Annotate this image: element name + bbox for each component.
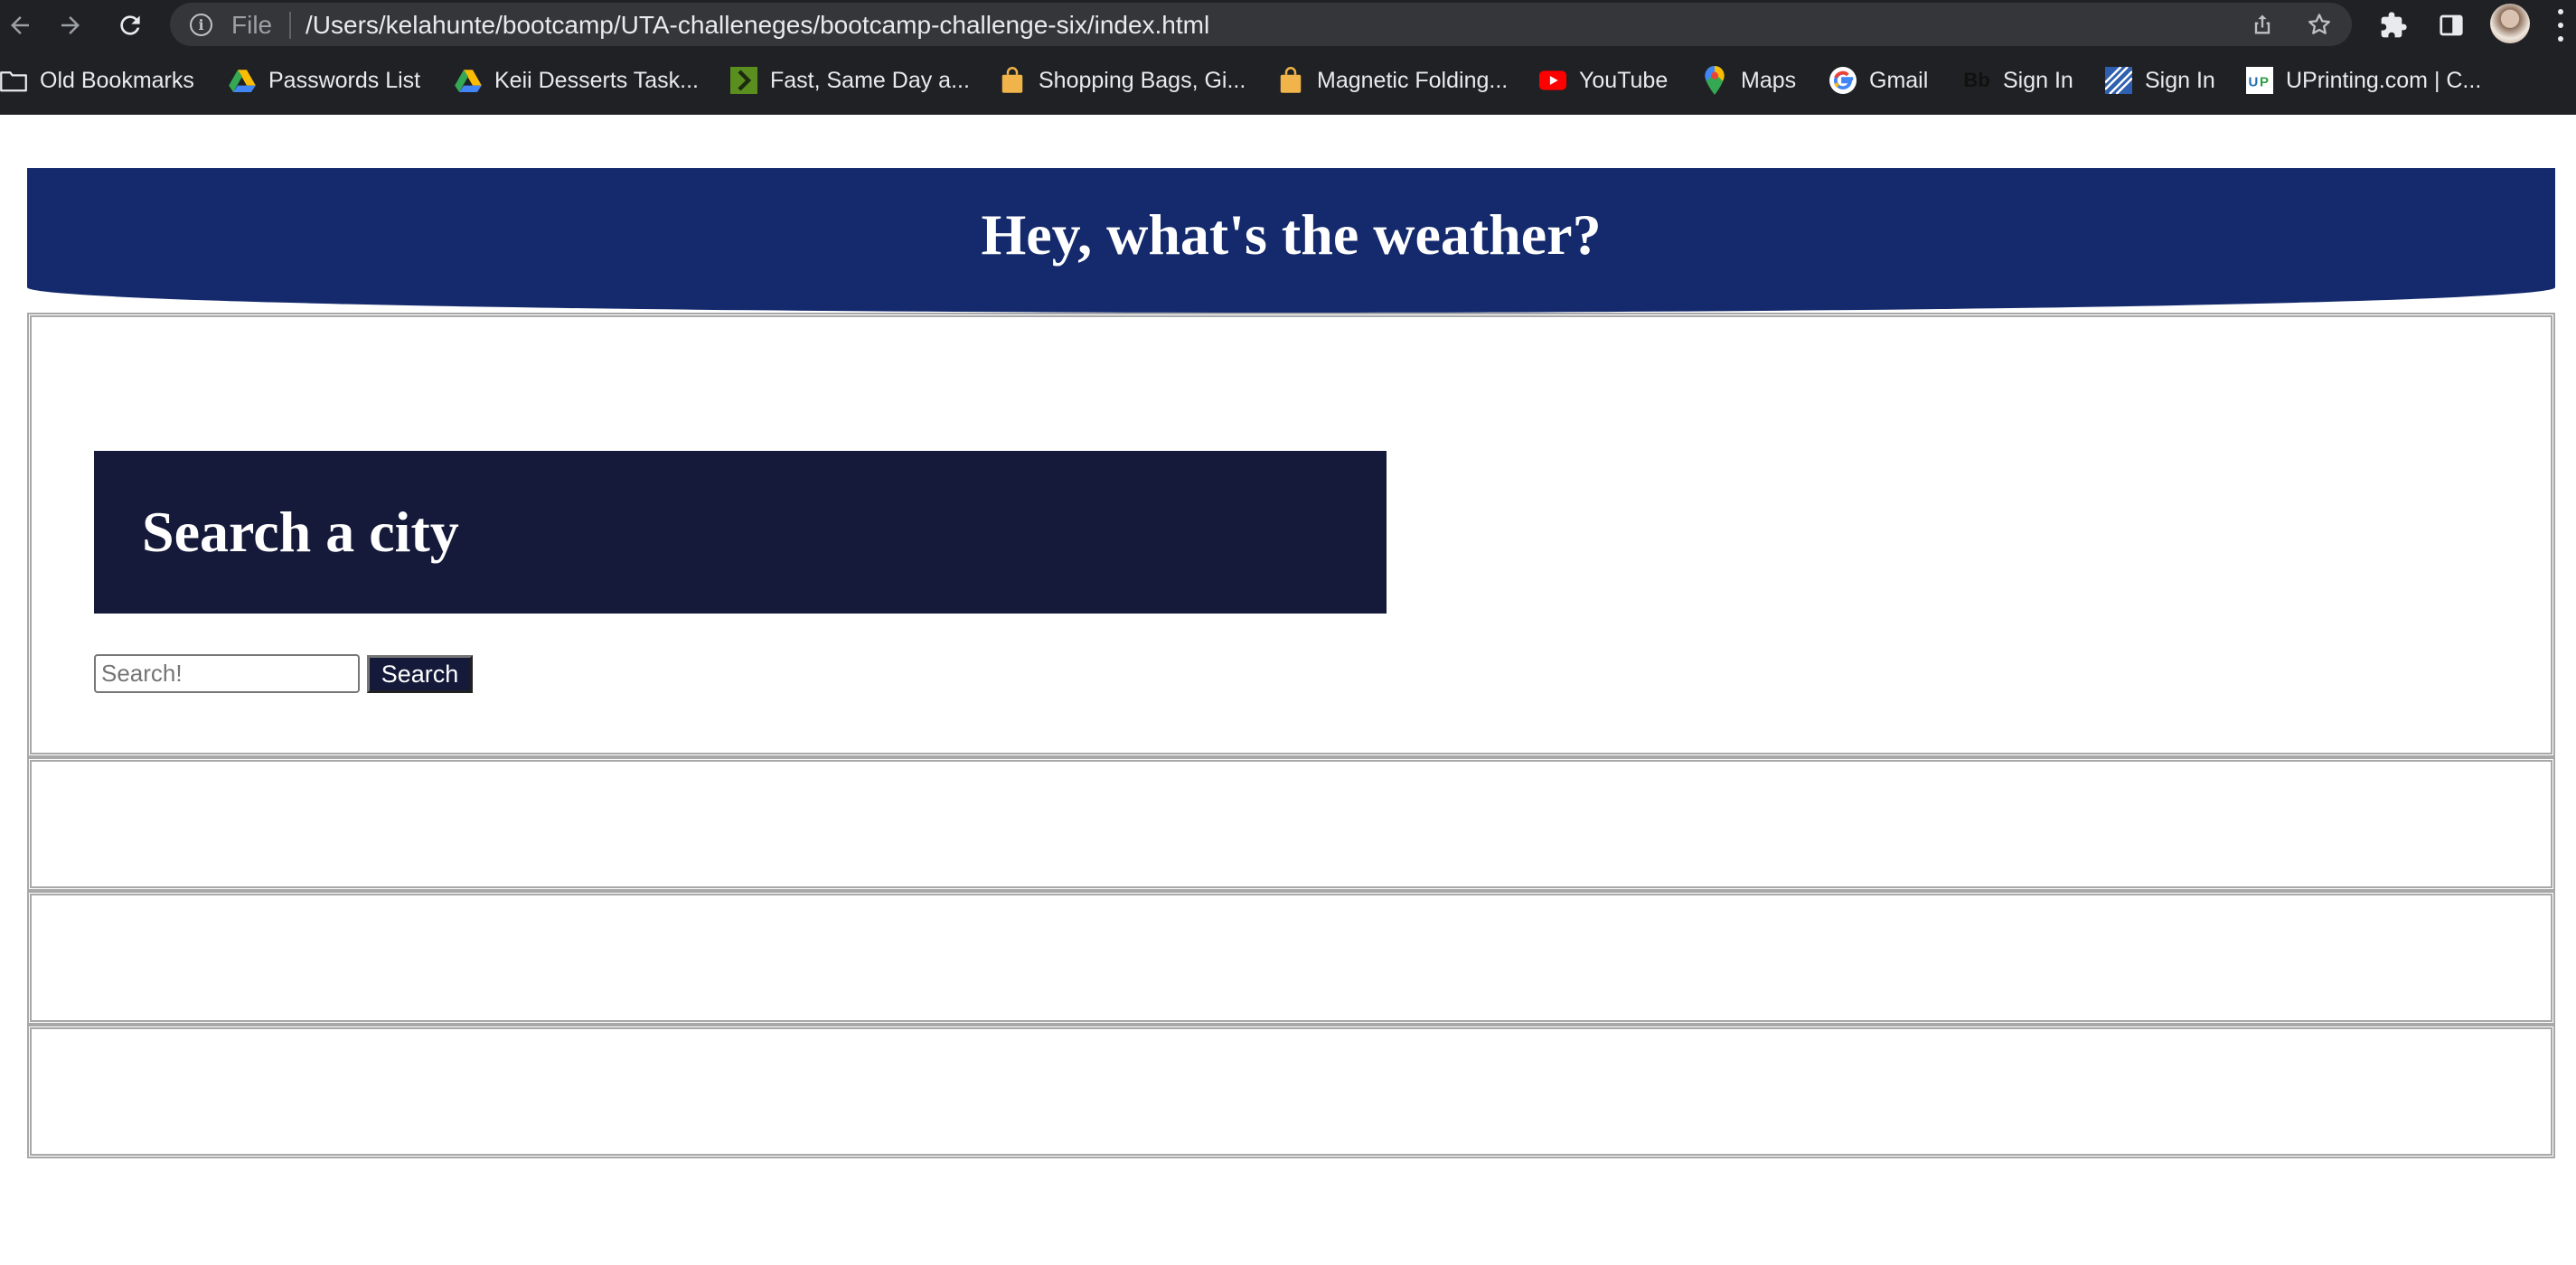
uprinting-icon: UP: [2246, 67, 2273, 94]
google-drive-icon: [455, 67, 482, 94]
green-chevron-icon: [730, 67, 757, 94]
browser-toolbar: i File /Users/kelahunte/bootcamp/UTA-cha…: [0, 0, 2576, 51]
bookmark-label: Sign In: [2145, 67, 2215, 93]
bookmark-passwords-list[interactable]: Passwords List: [229, 60, 420, 101]
bookmark-sign-in-blackboard[interactable]: Bb Sign In: [1963, 60, 2073, 101]
info-icon[interactable]: i: [190, 14, 212, 36]
profile-avatar[interactable]: [2490, 4, 2530, 43]
bookmark-shopping-bags[interactable]: Shopping Bags, Gi...: [999, 60, 1246, 101]
bookmark-label: YouTube: [1579, 67, 1669, 93]
bookmark-label: Maps: [1741, 67, 1797, 93]
page-header: Hey, what's the weather?: [27, 168, 2555, 313]
bookmark-magnetic-folding[interactable]: Magnetic Folding...: [1277, 60, 1508, 101]
bookmark-label: Shopping Bags, Gi...: [1039, 67, 1246, 93]
result-section: [27, 1025, 2555, 1158]
bookmark-label: Sign In: [2003, 67, 2073, 93]
reload-icon[interactable]: [110, 5, 150, 45]
url-scheme-label: File: [231, 11, 273, 39]
bookmark-label: Old Bookmarks: [40, 67, 194, 93]
striped-logo-icon: [2105, 67, 2132, 94]
google-drive-icon: [229, 67, 256, 94]
result-section: [27, 891, 2555, 1025]
youtube-icon: [1539, 67, 1566, 94]
shopping-bag-icon: [1277, 67, 1304, 94]
browser-chrome: i File /Users/kelahunte/bootcamp/UTA-cha…: [0, 0, 2576, 115]
extensions-puzzle-icon[interactable]: [2375, 7, 2411, 43]
bookmark-label: Keii Desserts Task...: [494, 67, 700, 93]
svg-text:U: U: [2249, 74, 2259, 89]
page-title: Hey, what's the weather?: [981, 202, 1602, 267]
bookmark-fast-same-day[interactable]: Fast, Same Day a...: [730, 60, 970, 101]
url-text[interactable]: /Users/kelahunte/bootcamp/UTA-challenege…: [306, 11, 1209, 40]
maps-pin-icon: [1701, 66, 1728, 95]
search-button[interactable]: Search: [367, 655, 473, 693]
svg-text:P: P: [2260, 74, 2269, 89]
search-heading: Search a city: [142, 500, 459, 564]
back-arrow-icon[interactable]: [0, 5, 40, 45]
bookmark-label: UPrinting.com | C...: [2286, 67, 2482, 93]
bookmark-youtube[interactable]: YouTube: [1539, 60, 1668, 101]
blackboard-icon: Bb: [1963, 69, 1990, 91]
bookmark-label: Fast, Same Day a...: [770, 67, 970, 93]
bookmark-label: Magnetic Folding...: [1317, 67, 1509, 93]
bookmark-maps[interactable]: Maps: [1701, 60, 1796, 101]
result-section: [27, 757, 2555, 891]
bookmark-label: Gmail: [1869, 67, 1929, 93]
forward-arrow-icon[interactable]: [51, 5, 90, 45]
search-input[interactable]: [94, 654, 360, 693]
search-heading-box: Search a city: [94, 451, 1387, 614]
search-section: Search a city Search: [27, 313, 2555, 757]
bookmark-sign-in-striped[interactable]: Sign In: [2105, 60, 2215, 101]
more-menu-icon[interactable]: [2556, 9, 2565, 42]
bookmark-uprinting[interactable]: UP UPrinting.com | C...: [2246, 60, 2481, 101]
side-panel-icon[interactable]: [2433, 7, 2469, 43]
omnibox-divider: [289, 12, 291, 39]
bookmark-old-bookmarks[interactable]: Old Bookmarks: [0, 60, 194, 101]
shopping-bag-icon: [999, 67, 1026, 94]
address-bar[interactable]: i File /Users/kelahunte/bootcamp/UTA-cha…: [170, 3, 2352, 46]
bookmarks-bar: Old Bookmarks Passwords List Keii Desser…: [0, 60, 2576, 101]
folder-icon: [0, 67, 27, 94]
google-g-icon: [1829, 67, 1857, 94]
bookmark-gmail[interactable]: Gmail: [1829, 60, 1928, 101]
bookmark-label: Passwords List: [268, 67, 421, 93]
bookmark-keii-desserts[interactable]: Keii Desserts Task...: [455, 60, 699, 101]
share-icon[interactable]: [2246, 8, 2279, 41]
bookmark-star-icon[interactable]: [2303, 8, 2336, 41]
